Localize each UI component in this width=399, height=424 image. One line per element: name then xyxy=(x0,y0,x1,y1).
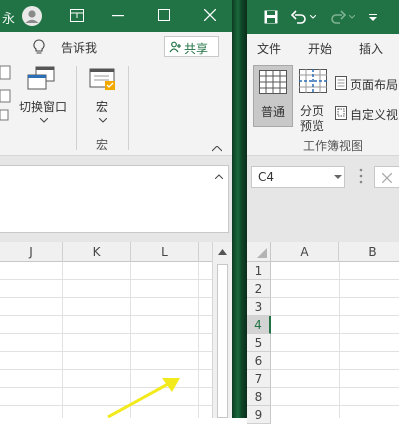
name-box[interactable]: C4 xyxy=(251,166,345,188)
select-all-corner[interactable] xyxy=(247,242,271,262)
macro-group-label: 宏 xyxy=(96,138,109,152)
left-window-title-bar: 永 xyxy=(0,0,232,32)
collapse-ribbon-icon[interactable] xyxy=(212,146,222,152)
chevron-down-icon xyxy=(99,118,107,123)
ribbon-group-separator xyxy=(128,66,129,150)
switch-window-button[interactable]: 切换窗口 xyxy=(16,66,72,130)
left-ribbon-panel: 切换窗口 宏 宏 xyxy=(0,60,232,156)
tab-home[interactable]: 开始 xyxy=(308,40,332,57)
row-header-4-selected[interactable]: 4 xyxy=(247,316,271,334)
left-column-headers: J K L xyxy=(0,242,212,262)
right-formula-area: C4 xyxy=(247,156,399,242)
partial-ribbon-button[interactable] xyxy=(0,64,12,122)
name-box-value: C4 xyxy=(258,170,275,184)
page-layout-button[interactable]: 页面布局 xyxy=(335,74,399,92)
normal-view-icon xyxy=(259,70,287,94)
left-worksheet-grid[interactable] xyxy=(0,262,212,418)
desktop-background-strip xyxy=(232,0,247,418)
ribbon-group-separator xyxy=(76,66,77,150)
share-label: 共享 xyxy=(184,42,209,56)
switch-window-label: 切换窗口 xyxy=(19,100,68,114)
right-window-title-bar xyxy=(247,0,399,34)
workbook-views-group-label: 工作簿视图 xyxy=(303,139,364,153)
undo-icon[interactable] xyxy=(291,10,307,24)
page-break-preview-icon xyxy=(299,69,327,93)
switch-window-icon xyxy=(26,66,56,92)
right-column-headers: A B xyxy=(247,242,399,262)
chevron-down-icon xyxy=(40,118,48,123)
window-title-fragment: 永 xyxy=(2,12,16,27)
custom-views-label: 自定义视 xyxy=(350,108,399,122)
macro-label: 宏 xyxy=(96,100,109,114)
account-avatar[interactable] xyxy=(22,6,42,26)
formula-bar-expanded[interactable] xyxy=(0,165,229,233)
macro-icon xyxy=(89,66,117,92)
row-header-6[interactable]: 6 xyxy=(247,352,271,370)
column-header-b[interactable]: B xyxy=(339,242,399,262)
ribbon-display-options-icon[interactable] xyxy=(70,9,84,22)
scrollbar-thumb[interactable] xyxy=(217,264,228,418)
row-header-7[interactable]: 7 xyxy=(247,370,271,388)
undo-dropdown-icon[interactable] xyxy=(310,15,316,19)
collapse-formula-bar-icon[interactable] xyxy=(215,174,223,179)
column-header-a[interactable]: A xyxy=(271,242,339,262)
tab-file[interactable]: 文件 xyxy=(257,40,281,57)
redo-icon[interactable] xyxy=(330,10,346,24)
row-header-2[interactable]: 2 xyxy=(247,280,271,298)
customize-quick-access-icon[interactable] xyxy=(369,14,377,22)
left-ribbon-tab-row: 告诉我 共享 xyxy=(0,32,232,60)
page-break-preview-button[interactable]: 分页 预览 xyxy=(295,65,331,133)
right-worksheet-grid[interactable]: 1 2 3 4 5 6 7 8 9 xyxy=(247,262,399,424)
vertical-scrollbar[interactable] xyxy=(212,242,232,418)
chevron-down-icon[interactable] xyxy=(334,175,342,180)
minimize-icon[interactable] xyxy=(112,15,124,17)
redo-dropdown-icon[interactable] xyxy=(349,15,355,19)
custom-views-button[interactable]: 自定义视 xyxy=(335,104,399,122)
row-header-5[interactable]: 5 xyxy=(247,334,271,352)
page-layout-label: 页面布局 xyxy=(350,78,399,92)
row-header-1[interactable]: 1 xyxy=(247,262,271,280)
row-header-8[interactable]: 8 xyxy=(247,388,271,406)
normal-view-label: 普通 xyxy=(261,105,286,119)
column-header-l[interactable]: L xyxy=(131,242,199,262)
annotation-arrow xyxy=(107,378,180,418)
normal-view-button[interactable]: 普通 xyxy=(253,65,293,127)
scroll-up-icon[interactable] xyxy=(218,249,227,255)
cancel-x-icon xyxy=(382,173,392,183)
share-person-icon xyxy=(169,41,181,53)
cancel-entry-button[interactable] xyxy=(374,166,399,188)
right-ribbon-panel: 普通 分页 预览 页面布局 自定义视 工作簿视图 xyxy=(247,60,399,156)
more-options-icon[interactable] xyxy=(359,168,363,184)
tell-me-search[interactable]: 告诉我 xyxy=(61,39,97,56)
share-button[interactable]: 共享 xyxy=(164,36,219,57)
custom-views-icon xyxy=(335,106,348,120)
page-layout-icon xyxy=(335,76,347,90)
close-icon[interactable] xyxy=(204,9,216,21)
macro-button[interactable]: 宏 xyxy=(84,66,122,130)
tab-insert[interactable]: 插入 xyxy=(359,40,383,57)
save-icon[interactable] xyxy=(264,10,278,24)
right-ribbon-tab-row: 文件 开始 插入 xyxy=(247,34,399,60)
row-header-9[interactable]: 9 xyxy=(247,406,271,424)
maximize-icon[interactable] xyxy=(158,9,170,21)
column-header-j[interactable]: J xyxy=(0,242,63,262)
row-header-3[interactable]: 3 xyxy=(247,298,271,316)
column-header-k[interactable]: K xyxy=(63,242,131,262)
page-break-label-line2: 预览 xyxy=(300,119,325,133)
lightbulb-icon xyxy=(33,39,45,55)
